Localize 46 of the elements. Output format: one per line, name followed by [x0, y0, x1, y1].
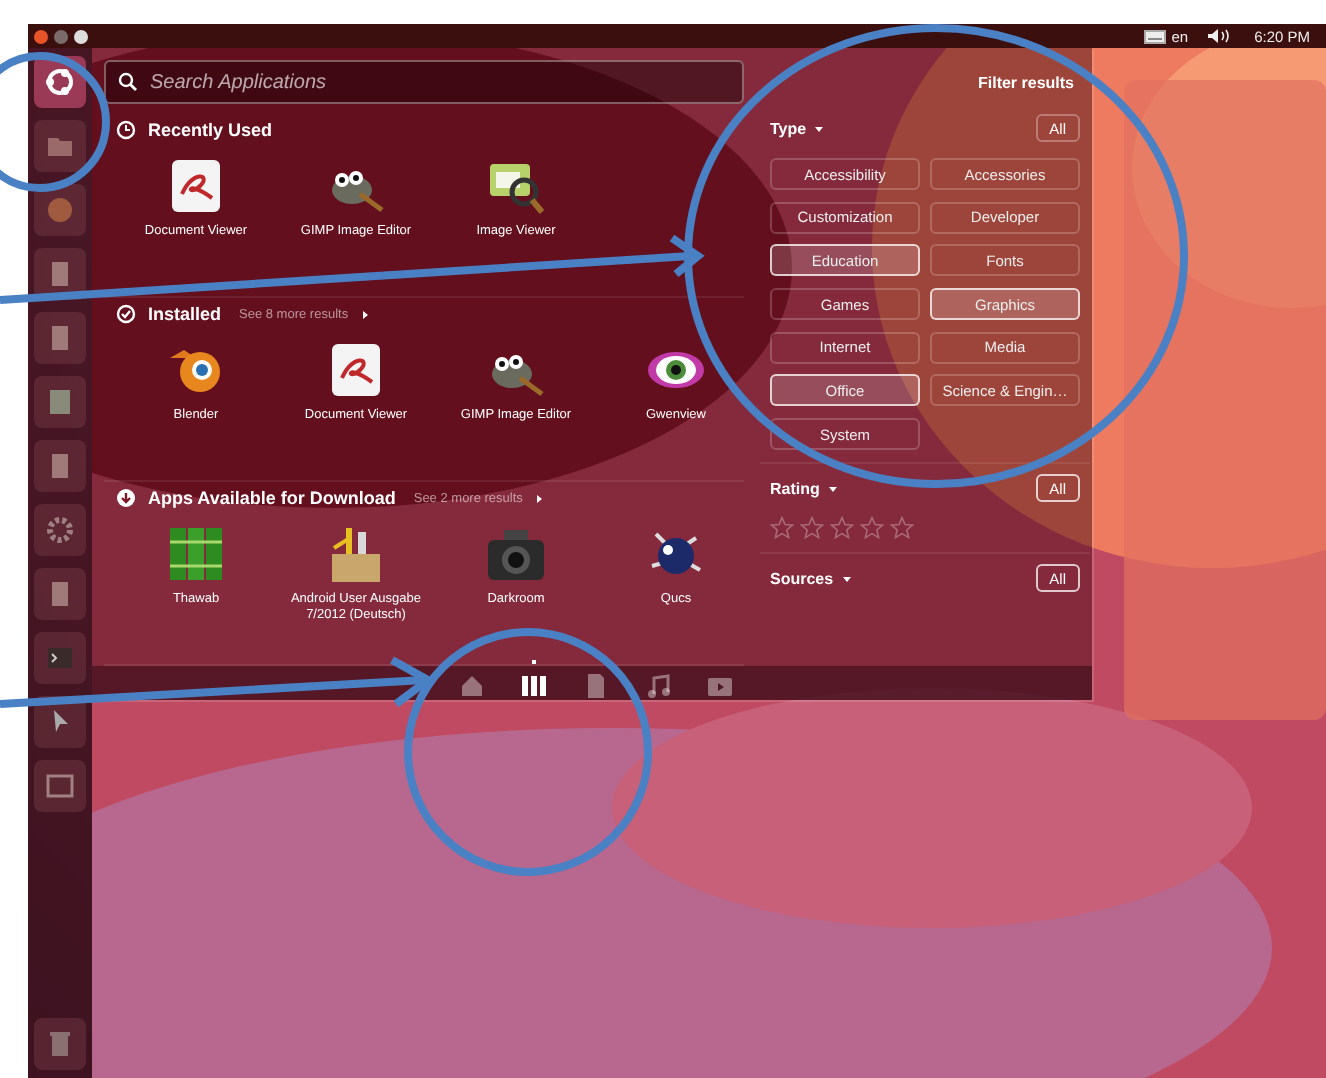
clock-icon — [116, 120, 136, 140]
window-icon — [44, 770, 76, 802]
filter-heading[interactable]: Type — [770, 119, 807, 137]
section-title: Apps Available for Download — [148, 488, 396, 508]
star-icon[interactable] — [860, 516, 884, 541]
star-icon[interactable] — [830, 516, 854, 541]
caret-icon — [827, 483, 838, 494]
trash-icon — [44, 1028, 76, 1060]
launcher-item[interactable] — [34, 568, 86, 620]
volume-icon[interactable] — [1206, 28, 1231, 44]
section-title: Recently Used — [148, 120, 273, 140]
apps-lens-button[interactable] — [520, 659, 548, 699]
minimize-button[interactable] — [54, 29, 68, 43]
star-icon[interactable] — [770, 516, 794, 541]
launcher-item[interactable] — [34, 376, 86, 428]
launcher-item[interactable] — [34, 440, 86, 492]
launcher-item[interactable] — [34, 312, 86, 364]
terminal-icon — [44, 642, 76, 674]
star-icon[interactable] — [890, 516, 914, 541]
filter-heading[interactable]: Sources — [770, 569, 834, 588]
books-icon — [164, 522, 228, 586]
download-icon — [116, 488, 136, 508]
ubuntu-logo-icon — [44, 66, 76, 98]
launcher-item[interactable] — [34, 120, 86, 172]
caret-icon — [814, 123, 825, 133]
caret-icon — [360, 309, 371, 319]
keyboard-icon[interactable] — [1143, 29, 1166, 43]
section-title: Installed — [148, 304, 222, 324]
caret-icon — [841, 573, 852, 584]
search-icon — [118, 72, 138, 92]
launcher-item[interactable] — [34, 248, 86, 300]
search-field[interactable]: Search Applications — [104, 60, 744, 104]
filter-title: Filter results — [977, 73, 1074, 91]
star-icon[interactable] — [800, 516, 824, 541]
check-circle-icon — [116, 304, 136, 324]
launcher-item[interactable] — [34, 184, 86, 236]
caret-icon — [534, 493, 545, 503]
launcher-item[interactable] — [34, 760, 86, 812]
close-button[interactable] — [34, 29, 48, 43]
maximize-button[interactable] — [74, 29, 88, 43]
spreadsheet-icon — [44, 386, 76, 418]
launcher-item[interactable] — [34, 1018, 86, 1070]
launcher-item[interactable] — [34, 504, 86, 556]
filter-heading[interactable]: Rating — [770, 479, 820, 498]
launcher-item[interactable] — [34, 696, 86, 748]
globe-icon — [44, 194, 76, 226]
